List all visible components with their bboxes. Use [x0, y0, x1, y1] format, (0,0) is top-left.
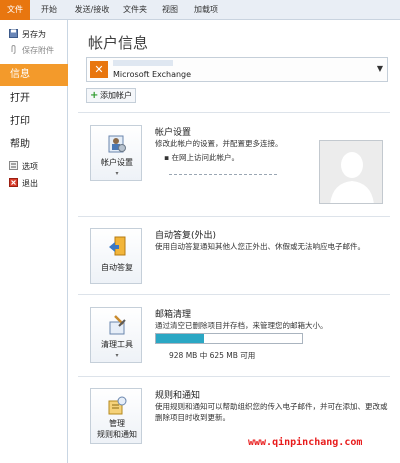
person-silhouette-icon: [320, 141, 382, 203]
divider: [78, 216, 390, 217]
mailbox-usage-fill: [156, 334, 205, 343]
nav-open[interactable]: 打开: [0, 88, 68, 110]
account-email-redacted: [113, 60, 173, 66]
nav-save-as-label: 另存为: [22, 30, 46, 39]
tab-folder[interactable]: 文件夹: [120, 0, 150, 20]
page-title: 帐户信息: [88, 34, 149, 52]
cleanup-tools-icon: [109, 315, 126, 335]
account-settings-button-label: 帐户设置: [101, 158, 133, 167]
backstage-nav: 另存为 保存附件 信息 打开 打印 帮助 选项 退出: [0, 20, 68, 463]
tab-send-receive[interactable]: 发送/接收: [70, 0, 114, 20]
nav-save-as[interactable]: 另存为: [0, 28, 68, 40]
avatar: [319, 140, 383, 204]
account-type: Microsoft Exchange: [113, 70, 192, 79]
cleanup-desc: 通过清空已删除项目并存档，来管理您的邮箱大小。: [155, 321, 328, 330]
web-access-link[interactable]: 在网上访问此帐户。: [171, 153, 239, 162]
plus-icon: +: [90, 90, 99, 101]
dropdown-arrow-icon: ▾: [115, 170, 119, 177]
rules-desc: 使用规则和通知可以帮助组织您的传入电子邮件，并可在添加、更改或删除项目时收到更新…: [155, 402, 388, 422]
nav-info[interactable]: 信息: [0, 64, 68, 86]
account-settings-button[interactable]: 帐户设置 ▾: [90, 125, 142, 181]
web-access-url-redacted[interactable]: [169, 174, 277, 175]
save-as-icon: [9, 29, 18, 38]
mailbox-storage-text: 928 MB 中 625 MB 可用: [169, 351, 256, 360]
paperclip-icon: [11, 45, 16, 54]
divider: [78, 294, 390, 295]
divider: [78, 376, 390, 377]
manage-rules-button-label-1: 管理: [109, 419, 125, 428]
auto-reply-desc: 使用自动答复通知其他人您正外出、休假或无法响应电子邮件。: [155, 242, 365, 251]
exchange-icon: ✕: [90, 61, 108, 78]
auto-reply-title: 自动答复(外出): [155, 231, 217, 241]
rules-title: 规则和通知: [155, 391, 201, 401]
account-info-panel: 帐户信息 ✕ Microsoft Exchange ▼ + 添加帐户 帐户设置 …: [68, 20, 400, 463]
watermark-text: www.qinpinchang.com: [248, 437, 363, 448]
tab-view[interactable]: 视图: [158, 0, 182, 20]
ribbon-tab-bar: 文件 开始 发送/接收 文件夹 视图 加载项: [0, 0, 400, 20]
nav-exit-label: 退出: [22, 179, 38, 188]
rules-icon: [108, 396, 127, 415]
cleanup-tools-button[interactable]: 清理工具 ▾: [90, 307, 142, 363]
nav-options[interactable]: 选项: [0, 160, 68, 172]
cleanup-tools-button-label: 清理工具: [101, 340, 133, 349]
add-account-button[interactable]: + 添加帐户: [86, 88, 136, 103]
auto-reply-button[interactable]: 自动答复: [90, 228, 142, 284]
nav-exit[interactable]: 退出: [0, 177, 68, 189]
manage-rules-button-label-2: 规则和通知: [97, 430, 137, 439]
add-account-label: 添加帐户: [100, 91, 132, 100]
divider: [78, 112, 390, 113]
exit-icon: [9, 178, 18, 187]
auto-reply-button-label: 自动答复: [101, 263, 133, 272]
dropdown-arrow-icon: ▾: [115, 352, 119, 359]
tab-file[interactable]: 文件: [0, 0, 30, 20]
account-selector[interactable]: ✕ Microsoft Exchange ▼: [86, 57, 388, 82]
cleanup-title: 邮箱清理: [155, 310, 192, 320]
chevron-down-icon[interactable]: ▼: [377, 64, 383, 73]
account-settings-icon: [108, 135, 126, 153]
nav-help[interactable]: 帮助: [0, 134, 68, 156]
nav-save-attachments[interactable]: 保存附件: [0, 44, 68, 56]
manage-rules-button[interactable]: 管理 规则和通知: [90, 388, 142, 444]
tab-home[interactable]: 开始: [36, 0, 62, 20]
nav-save-attachments-label: 保存附件: [22, 46, 54, 55]
nav-options-label: 选项: [22, 162, 38, 171]
options-icon: [9, 161, 18, 170]
account-settings-bullet[interactable]: ▪ 在网上访问此帐户。: [164, 152, 239, 163]
tab-addins[interactable]: 加载项: [190, 0, 222, 20]
nav-print[interactable]: 打印: [0, 111, 68, 133]
mailbox-usage-bar: [155, 333, 303, 344]
auto-reply-icon: [109, 236, 126, 256]
account-settings-title: 帐户设置: [155, 128, 192, 138]
